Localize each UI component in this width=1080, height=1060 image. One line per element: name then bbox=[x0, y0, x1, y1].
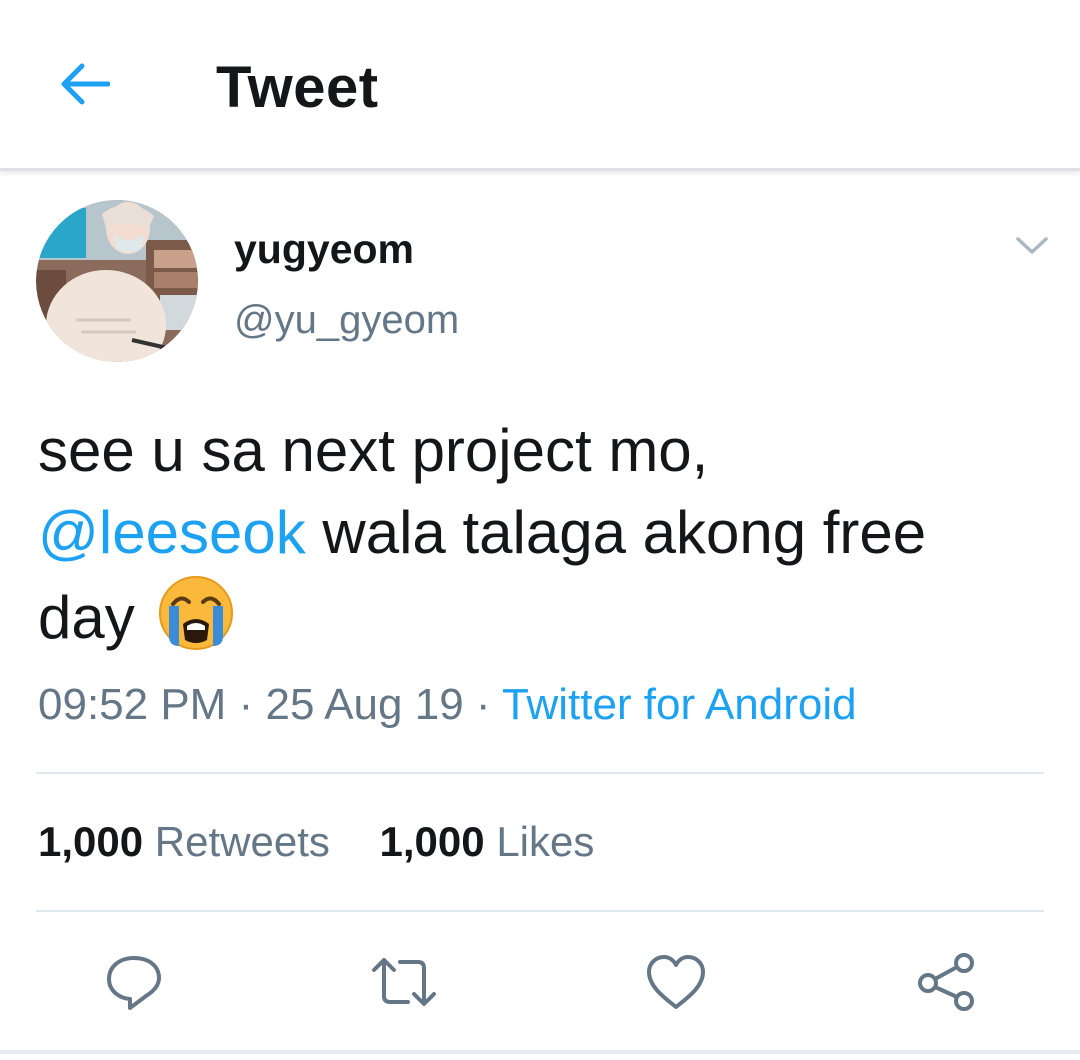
tweet-stats: 1,000 Retweets 1,000 Likes bbox=[38, 818, 594, 866]
app-header: Tweet bbox=[0, 0, 1080, 171]
tweet-text: see u sa next project mo, @leeseok wala … bbox=[38, 410, 1048, 673]
page-title: Tweet bbox=[216, 55, 379, 120]
user-handle[interactable]: @yu_gyeom bbox=[234, 298, 459, 343]
retweet-icon bbox=[372, 958, 436, 1006]
arrow-left-icon bbox=[61, 63, 110, 105]
avatar-photo bbox=[36, 200, 198, 362]
tweet-source-link[interactable]: Twitter for Android bbox=[502, 680, 857, 729]
retweets-stat[interactable]: 1,000 Retweets bbox=[38, 818, 330, 866]
avatar[interactable] bbox=[36, 200, 198, 362]
tweet-text-line-2: wala talaga akong free bbox=[322, 499, 927, 566]
tweet-date: 25 Aug 19 bbox=[265, 680, 464, 729]
bottom-divider bbox=[0, 1050, 1080, 1054]
heart-icon bbox=[647, 955, 705, 1009]
likes-stat[interactable]: 1,000 Likes bbox=[380, 818, 595, 866]
retweets-count: 1,000 bbox=[38, 818, 144, 865]
divider bbox=[36, 910, 1044, 912]
meta-separator: · bbox=[238, 680, 254, 729]
tweet-options-button[interactable] bbox=[1008, 228, 1056, 264]
reply-button[interactable] bbox=[100, 948, 168, 1016]
tweet-meta: 09:52 PM · 25 Aug 19 · Twitter for Andro… bbox=[38, 680, 857, 730]
divider bbox=[36, 772, 1044, 774]
tweet-text-line-3: day bbox=[38, 584, 135, 651]
crying-face-emoji bbox=[157, 574, 235, 673]
back-button[interactable] bbox=[48, 52, 120, 116]
display-name[interactable]: yugyeom bbox=[234, 226, 414, 273]
chevron-down-icon bbox=[1016, 237, 1048, 254]
tweet-detail-screen: Tweet yugyeom @yu_gyeom see u sa next pr… bbox=[0, 0, 1080, 1060]
share-button[interactable] bbox=[912, 948, 980, 1016]
tweet-text-line-1: see u sa next project mo, bbox=[38, 417, 709, 484]
mention-link[interactable]: @leeseok bbox=[38, 499, 306, 566]
retweet-button[interactable] bbox=[370, 948, 438, 1016]
retweets-label: Retweets bbox=[154, 818, 330, 865]
meta-separator: · bbox=[475, 680, 491, 729]
likes-label: Likes bbox=[496, 818, 595, 865]
tweet-time: 09:52 PM bbox=[38, 680, 227, 729]
reply-icon bbox=[107, 956, 161, 1010]
likes-count: 1,000 bbox=[379, 818, 485, 865]
share-icon bbox=[918, 953, 974, 1011]
like-button[interactable] bbox=[642, 948, 710, 1016]
